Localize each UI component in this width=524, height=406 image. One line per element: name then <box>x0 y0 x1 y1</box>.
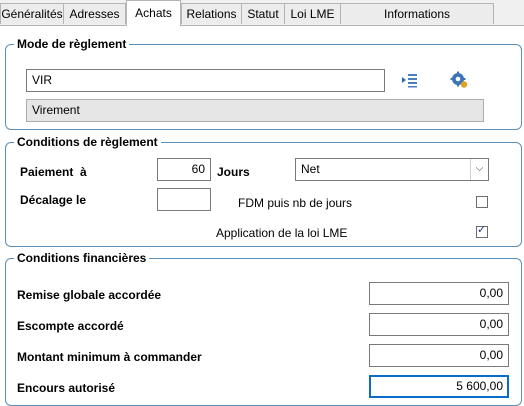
tab-adresses[interactable]: Adresses <box>63 3 126 24</box>
jours-label: Jours <box>217 165 250 179</box>
mode-reglement-legend: Mode de règlement <box>14 36 130 52</box>
chevron-down-icon[interactable]: ⌵ <box>470 159 488 180</box>
tab-loi-lme[interactable]: Loi LME <box>284 3 341 24</box>
remise-input[interactable]: 0,00 <box>369 282 509 305</box>
mode-reglement-libelle: Virement <box>26 99 484 122</box>
tab-relations[interactable]: Relations <box>181 3 242 24</box>
tab-statut[interactable]: Statut <box>241 3 285 24</box>
escompte-input[interactable]: 0,00 <box>369 313 509 336</box>
conditions-financieres-legend: Conditions financières <box>14 250 150 266</box>
lme-label: Application de la loi LME <box>216 226 348 240</box>
conditions-reglement-panel: Conditions de règlement Paiement à 60 Jo… <box>5 134 522 247</box>
lme-checkbox[interactable]: ✓ <box>476 224 488 238</box>
montant-minimum-label: Montant minimum à commander <box>17 350 202 364</box>
escompte-label: Escompte accordé <box>17 319 124 333</box>
decalage-input[interactable] <box>157 188 211 211</box>
remise-label: Remise globale accordée <box>17 288 162 302</box>
tab-generalites[interactable]: Généralités <box>0 3 64 24</box>
tab-informations-complementaires[interactable]: Informations complémentaires <box>340 3 494 41</box>
list-select-icon[interactable] <box>401 71 419 89</box>
fdm-checkbox[interactable] <box>476 196 488 208</box>
payment-type-select[interactable]: Net ⌵ <box>295 158 489 181</box>
decalage-label: Décalage le <box>20 193 87 207</box>
settings-gear-icon[interactable] <box>450 71 468 89</box>
tab-content: Mode de règlement VIR Virement Condition… <box>0 26 524 406</box>
mode-reglement-panel: Mode de règlement VIR Virement <box>5 36 522 130</box>
conditions-financieres-panel: Conditions financières Remise globale ac… <box>5 250 522 406</box>
encours-input[interactable]: 5 600,00 <box>369 375 509 398</box>
paiement-days-input[interactable]: 60 <box>157 158 211 181</box>
tab-bar: Généralités Adresses Achats Relations St… <box>0 0 524 41</box>
mode-reglement-code-input[interactable]: VIR <box>26 69 385 92</box>
montant-minimum-input[interactable]: 0,00 <box>369 344 509 367</box>
fdm-label: FDM puis nb de jours <box>238 196 353 210</box>
conditions-reglement-legend: Conditions de règlement <box>14 134 161 150</box>
payment-type-value: Net <box>301 162 320 176</box>
paiement-label: Paiement à <box>20 165 87 179</box>
encours-label: Encours autorisé <box>17 381 116 395</box>
tab-achats[interactable]: Achats <box>126 0 181 26</box>
checkmark-icon: ✓ <box>477 224 487 236</box>
